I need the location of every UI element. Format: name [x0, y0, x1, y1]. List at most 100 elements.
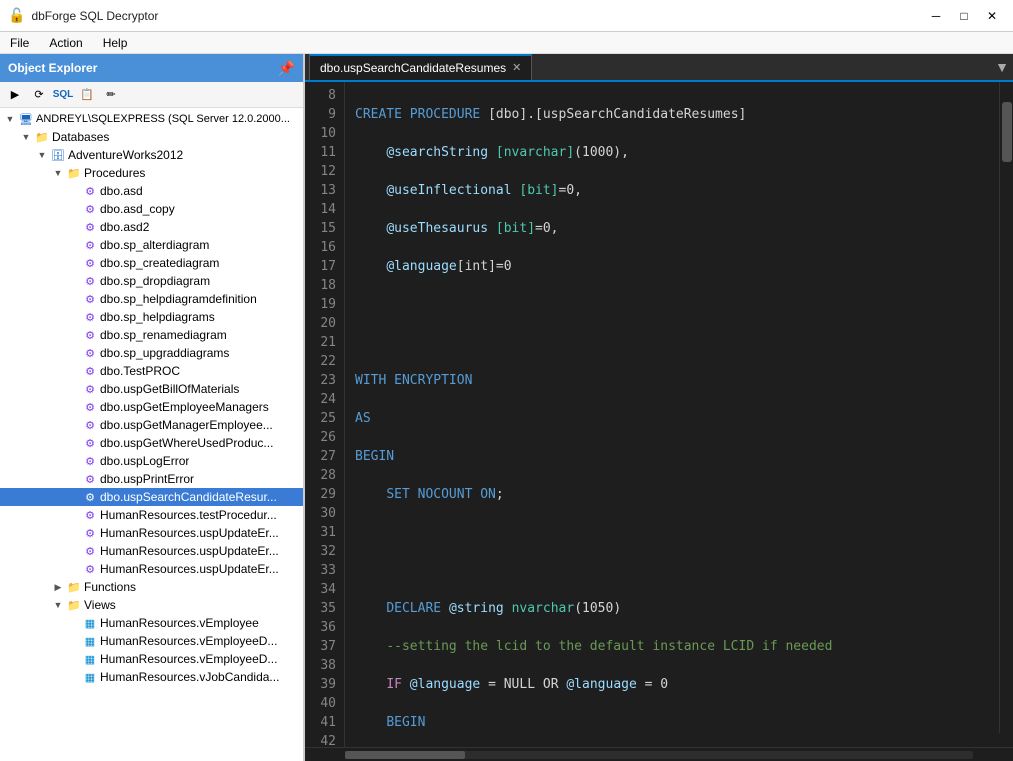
functions-folder-icon: 📁	[66, 581, 82, 594]
tree-item-proc-upgraddiagrams[interactable]: ⚙ dbo.sp_upgraddiagrams	[0, 344, 303, 362]
tree-item-proc-testprocedure-hr[interactable]: ⚙ HumanResources.testProcedur...	[0, 506, 303, 524]
databases-label: Databases	[52, 130, 109, 144]
tab-bar: dbo.uspSearchCandidateResumes ✕ ▼	[305, 54, 1013, 82]
tree-item-view-vemployeed2[interactable]: ▦ HumanResources.vEmployeeD...	[0, 650, 303, 668]
tree-item-server[interactable]: ▼ 🖥 ANDREYL\SQLEXPRESS (SQL Server 12.0.…	[0, 110, 303, 128]
tree-item-proc-creatediagram[interactable]: ⚙ dbo.sp_creatediagram	[0, 254, 303, 272]
maximize-button[interactable]: □	[951, 6, 977, 26]
oe-connect-button[interactable]: ▶	[4, 84, 26, 106]
proc-icon: ⚙	[82, 221, 98, 234]
tree-item-proc-updateerror2[interactable]: ⚙ HumanResources.uspUpdateEr...	[0, 542, 303, 560]
window-controls: ─ □ ✕	[923, 6, 1005, 26]
tree-item-proc-renamediagram[interactable]: ⚙ dbo.sp_renamediagram	[0, 326, 303, 344]
tree-item-views[interactable]: ▼ 📁 Views	[0, 596, 303, 614]
tree-item-proc-helpdiagrams[interactable]: ⚙ dbo.sp_helpdiagrams	[0, 308, 303, 326]
proc-icon: ⚙	[82, 455, 98, 468]
title-bar: 🔓 dbForge SQL Decryptor ─ □ ✕	[0, 0, 1013, 32]
proc-icon: ⚙	[82, 509, 98, 522]
code-editor: 89101112 1314151617 1819202122 232425262…	[305, 82, 1013, 747]
tree-item-proc-searchcandidateresumes[interactable]: ⚙ dbo.uspSearchCandidateResur...	[0, 488, 303, 506]
server-icon: 🖥	[18, 113, 34, 126]
proc-icon: ⚙	[82, 203, 98, 216]
adventureworks-label: AdventureWorks2012	[68, 148, 183, 162]
horizontal-scrollbar[interactable]	[305, 747, 1013, 761]
editor-tab[interactable]: dbo.uspSearchCandidateResumes ✕	[309, 54, 532, 80]
proc-icon: ⚙	[82, 347, 98, 360]
code-content[interactable]: CREATE PROCEDURE [dbo].[uspSearchCandida…	[345, 82, 1013, 747]
tree-item-functions[interactable]: ▶ 📁 Functions	[0, 578, 303, 596]
oe-pin-icon[interactable]: 📌	[278, 60, 295, 77]
tree-item-proc-helpdiagramdefinition[interactable]: ⚙ dbo.sp_helpdiagramdefinition	[0, 290, 303, 308]
procedures-folder-icon: 📁	[66, 167, 82, 180]
expand-procedures: ▼	[50, 168, 66, 178]
proc-icon-selected: ⚙	[82, 491, 98, 504]
object-explorer: Object Explorer 📌 ▶ ⟳ SQL 📋 ✏ ▼ 🖥 ANDREY…	[0, 54, 305, 761]
tree-item-view-vemployeed1[interactable]: ▦ HumanResources.vEmployeeD...	[0, 632, 303, 650]
proc-icon: ⚙	[82, 311, 98, 324]
tree-item-proc-getbillofmaterials[interactable]: ⚙ dbo.uspGetBillOfMaterials	[0, 380, 303, 398]
tree-item-proc-getmanageremployee[interactable]: ⚙ dbo.uspGetManagerEmployee...	[0, 416, 303, 434]
vertical-scrollbar[interactable]	[999, 82, 1013, 733]
tree-item-adventureworks[interactable]: ▼ 🗄 AdventureWorks2012	[0, 146, 303, 164]
tree-item-view-vjobcandidate[interactable]: ▦ HumanResources.vJobCandida...	[0, 668, 303, 686]
menu-file[interactable]: File	[0, 32, 39, 53]
menu-help[interactable]: Help	[93, 32, 138, 53]
tree-item-proc-alterdiagram[interactable]: ⚙ dbo.sp_alterdiagram	[0, 236, 303, 254]
tree-item-proc-asd-copy[interactable]: ⚙ dbo.asd_copy	[0, 200, 303, 218]
procedures-label: Procedures	[84, 166, 145, 180]
menu-bar: File Action Help	[0, 32, 1013, 54]
tab-label: dbo.uspSearchCandidateResumes	[320, 61, 506, 75]
oe-toolbar: ▶ ⟳ SQL 📋 ✏	[0, 82, 303, 108]
tree-item-proc-dropdiagram[interactable]: ⚙ dbo.sp_dropdiagram	[0, 272, 303, 290]
tree-item-proc-asd2[interactable]: ⚙ dbo.asd2	[0, 218, 303, 236]
expand-views: ▼	[50, 600, 66, 610]
proc-icon: ⚙	[82, 473, 98, 486]
tab-close-button[interactable]: ✕	[512, 63, 521, 74]
tree-item-procedures[interactable]: ▼ 📁 Procedures	[0, 164, 303, 182]
line-numbers: 89101112 1314151617 1819202122 232425262…	[305, 82, 345, 747]
proc-icon: ⚙	[82, 563, 98, 576]
tree-item-proc-getemployeemanager[interactable]: ⚙ dbo.uspGetEmployeeManagers	[0, 398, 303, 416]
expand-server: ▼	[2, 114, 18, 124]
proc-icon: ⚙	[82, 293, 98, 306]
tree-item-proc-printerror[interactable]: ⚙ dbo.uspPrintError	[0, 470, 303, 488]
proc-icon: ⚙	[82, 419, 98, 432]
proc-icon: ⚙	[82, 545, 98, 558]
view-icon: ▦	[82, 653, 98, 666]
tree-item-proc-updateerror1[interactable]: ⚙ HumanResources.uspUpdateEr...	[0, 524, 303, 542]
tree-item-proc-logerror[interactable]: ⚙ dbo.uspLogError	[0, 452, 303, 470]
tree-item-proc-getwhereused[interactable]: ⚙ dbo.uspGetWhereUsedProduc...	[0, 434, 303, 452]
proc-icon: ⚙	[82, 401, 98, 414]
db-icon: 🗄	[50, 149, 66, 162]
oe-refresh-button[interactable]: ⟳	[28, 84, 50, 106]
tree-item-proc-testproc[interactable]: ⚙ dbo.TestPROC	[0, 362, 303, 380]
proc-icon: ⚙	[82, 527, 98, 540]
tree-item-databases[interactable]: ▼ 📁 Databases	[0, 128, 303, 146]
oe-copy-button[interactable]: 📋	[76, 84, 98, 106]
view-icon: ▦	[82, 671, 98, 684]
proc-icon: ⚙	[82, 329, 98, 342]
menu-action[interactable]: Action	[39, 32, 92, 53]
expand-databases: ▼	[18, 132, 34, 142]
oe-edit-button[interactable]: ✏	[100, 84, 122, 106]
close-button[interactable]: ✕	[979, 6, 1005, 26]
tab-options-button[interactable]: ▼	[995, 59, 1009, 75]
tree-item-view-vemployee[interactable]: ▦ HumanResources.vEmployee	[0, 614, 303, 632]
proc-icon: ⚙	[82, 437, 98, 450]
proc-icon: ⚙	[82, 365, 98, 378]
server-label: ANDREYL\SQLEXPRESS (SQL Server 12.0.2000…	[36, 113, 290, 125]
folder-icon: 📁	[34, 131, 50, 144]
tree-item-proc-asd[interactable]: ⚙ dbo.asd	[0, 182, 303, 200]
proc-icon: ⚙	[82, 383, 98, 396]
proc-icon: ⚙	[82, 257, 98, 270]
oe-header: Object Explorer 📌	[0, 54, 303, 82]
expand-functions: ▶	[50, 582, 66, 593]
app-icon: 🔓	[8, 7, 25, 24]
oe-tree: ▼ 🖥 ANDREYL\SQLEXPRESS (SQL Server 12.0.…	[0, 108, 303, 761]
right-panel: dbo.uspSearchCandidateResumes ✕ ▼ 891011…	[305, 54, 1013, 761]
oe-title: Object Explorer	[8, 61, 97, 75]
oe-sql-button[interactable]: SQL	[52, 84, 74, 106]
tree-item-proc-updateerror3[interactable]: ⚙ HumanResources.uspUpdateEr...	[0, 560, 303, 578]
minimize-button[interactable]: ─	[923, 6, 949, 26]
view-icon: ▦	[82, 635, 98, 648]
